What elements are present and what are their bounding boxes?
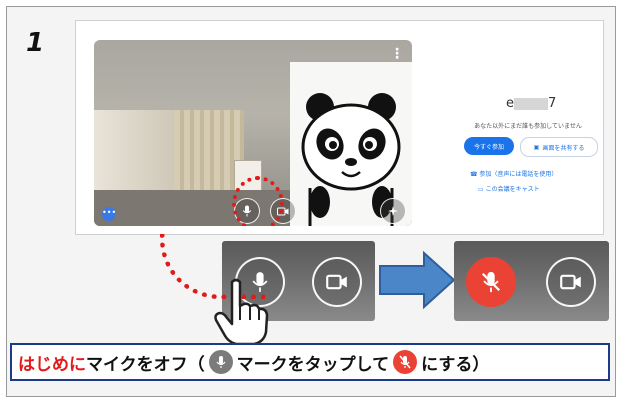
- cast-icon: ▭: [478, 186, 486, 193]
- join-panel: e7 あなた以外にまだ誰も参加していません 今すぐ参加 ▣ 画面を共有する ☎ …: [426, 21, 603, 234]
- redacted-block: [514, 97, 548, 110]
- effects-icon[interactable]: •••: [102, 207, 116, 221]
- zoomed-controls-mic-off: [454, 241, 609, 321]
- caption-mic-off: マイクをオフ（: [86, 354, 205, 375]
- present-icon: ▣: [533, 143, 540, 151]
- caption-end: にする）: [421, 354, 490, 375]
- background-window: [94, 110, 174, 190]
- phone-icon: ☎: [470, 171, 480, 178]
- present-button[interactable]: ▣ 画面を共有する: [520, 137, 598, 157]
- caption-mic-icon: [208, 350, 233, 374]
- present-button-label: 画面を共有する: [542, 144, 585, 152]
- more-options-icon[interactable]: ⋮: [390, 46, 404, 62]
- mic-icon: [216, 356, 226, 368]
- caption-tap: マークをタップして: [236, 354, 390, 375]
- sparkle-icon: [388, 206, 398, 216]
- cast-label: この会議をキャスト: [485, 186, 540, 193]
- cast-link[interactable]: ▭ この会議をキャスト: [478, 184, 540, 193]
- phone-audio-link[interactable]: ☎ 参加（音声には電話を使用）: [470, 169, 557, 178]
- caption-mic-off-icon: [393, 350, 418, 374]
- mic-button-off[interactable]: [466, 257, 516, 307]
- meet-prejoin-screenshot: ⋮ ••• e7 あなた以外にまだ誰も参加していません 今すぐ参加 ▣ 画面を共…: [75, 20, 604, 235]
- meeting-code-prefix: e: [506, 96, 514, 111]
- join-now-button[interactable]: 今すぐ参加: [464, 137, 514, 155]
- instruction-caption: はじめに マイクをオフ（ マークをタップして にする）: [10, 343, 610, 381]
- meeting-code: e7: [506, 96, 556, 111]
- phone-audio-label: 参加（音声には電話を使用）: [479, 171, 558, 178]
- camera-icon: [560, 274, 581, 290]
- mic-off-icon: [481, 271, 501, 293]
- camera-button-on[interactable]: [312, 257, 362, 307]
- caption-first: はじめに: [18, 354, 86, 375]
- step-number: 1: [26, 28, 45, 58]
- visual-effects-button[interactable]: [380, 198, 406, 224]
- effects-label: •••: [102, 208, 117, 217]
- tap-hand-icon: [214, 278, 269, 346]
- camera-icon: [326, 274, 347, 290]
- no-participants-text: あなた以外にまだ誰も参加していません: [474, 123, 582, 130]
- mic-off-icon: [399, 355, 411, 369]
- meeting-code-suffix: 7: [548, 96, 557, 111]
- right-arrow-icon: [379, 250, 456, 310]
- camera-preview: ⋮ •••: [94, 40, 412, 226]
- camera-button-on-2[interactable]: [546, 257, 596, 307]
- mic-highlight-circle: [232, 176, 284, 226]
